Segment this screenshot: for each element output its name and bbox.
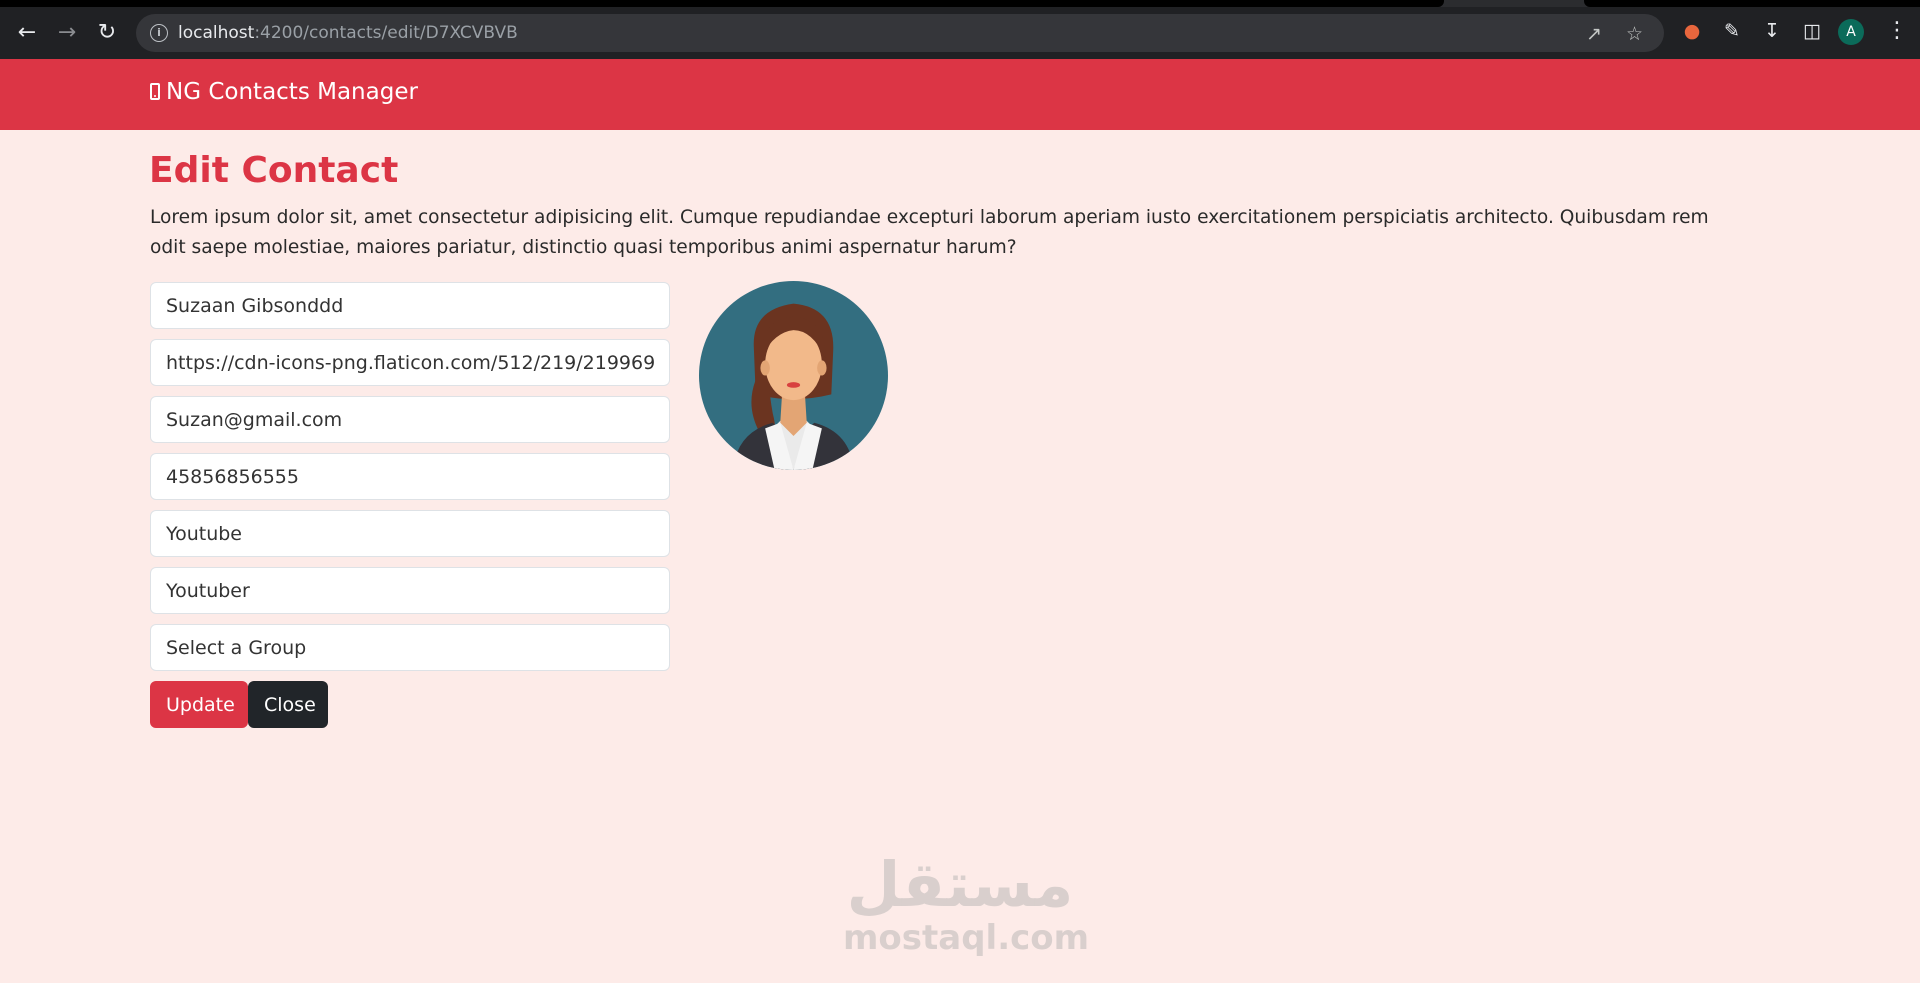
watermark-arabic: مستقل <box>846 848 1074 921</box>
download-icon[interactable]: ↧ <box>1760 19 1784 43</box>
page-description: Lorem ipsum dolor sit, amet consectetur … <box>150 207 1709 258</box>
profile-avatar[interactable]: A <box>1838 19 1864 45</box>
side-panel-icon[interactable]: ◫ <box>1800 19 1824 43</box>
title-input[interactable] <box>150 567 670 614</box>
close-button[interactable]: Close <box>248 681 328 728</box>
contact-photo <box>699 281 888 470</box>
app-navbar: NG Contacts Manager <box>0 59 1920 130</box>
group-select[interactable]: Select a Group <box>150 624 670 671</box>
company-input[interactable] <box>150 510 670 557</box>
bookmark-star-icon[interactable]: ☆ <box>1626 23 1643 45</box>
tab-strip-left <box>0 0 1444 7</box>
extensions-puzzle-icon[interactable]: ✎ <box>1720 19 1744 43</box>
address-bar[interactable]: i localhost:4200/contacts/edit/D7XCVBVB … <box>136 14 1664 52</box>
url-host: localhost <box>178 23 255 43</box>
update-button[interactable]: Update <box>150 681 248 728</box>
forward-arrow-icon[interactable]: → <box>52 18 82 48</box>
browser-chrome: ← → ↻ i localhost:4200/contacts/edit/D7X… <box>0 0 1920 59</box>
watermark: مستقل mostaql.com <box>843 848 1090 958</box>
extension-fire-icon[interactable]: ● <box>1680 19 1704 43</box>
share-icon[interactable]: ↗ <box>1586 23 1602 45</box>
reload-icon[interactable]: ↻ <box>92 18 122 48</box>
brand-text: NG Contacts Manager <box>166 79 418 105</box>
url-text[interactable]: localhost:4200/contacts/edit/D7XCVBVB <box>178 23 518 43</box>
back-arrow-icon[interactable]: ← <box>12 18 42 48</box>
mobile-input[interactable] <box>150 453 670 500</box>
watermark-latin: mostaql.com <box>843 918 1090 958</box>
name-input[interactable] <box>150 282 670 329</box>
photo-url-input[interactable] <box>150 339 670 386</box>
page-title: Edit Contact <box>149 150 399 191</box>
email-input[interactable] <box>150 396 670 443</box>
brand-link[interactable]: NG Contacts Manager <box>150 79 418 105</box>
menu-kebab-icon[interactable]: ⋮ <box>1886 19 1908 43</box>
tab-strip-right <box>1584 0 1920 7</box>
tab-strip <box>0 0 1920 7</box>
mobile-phone-icon <box>150 83 160 100</box>
info-icon[interactable]: i <box>150 24 168 42</box>
url-path: :4200/contacts/edit/D7XCVBVB <box>254 23 518 43</box>
